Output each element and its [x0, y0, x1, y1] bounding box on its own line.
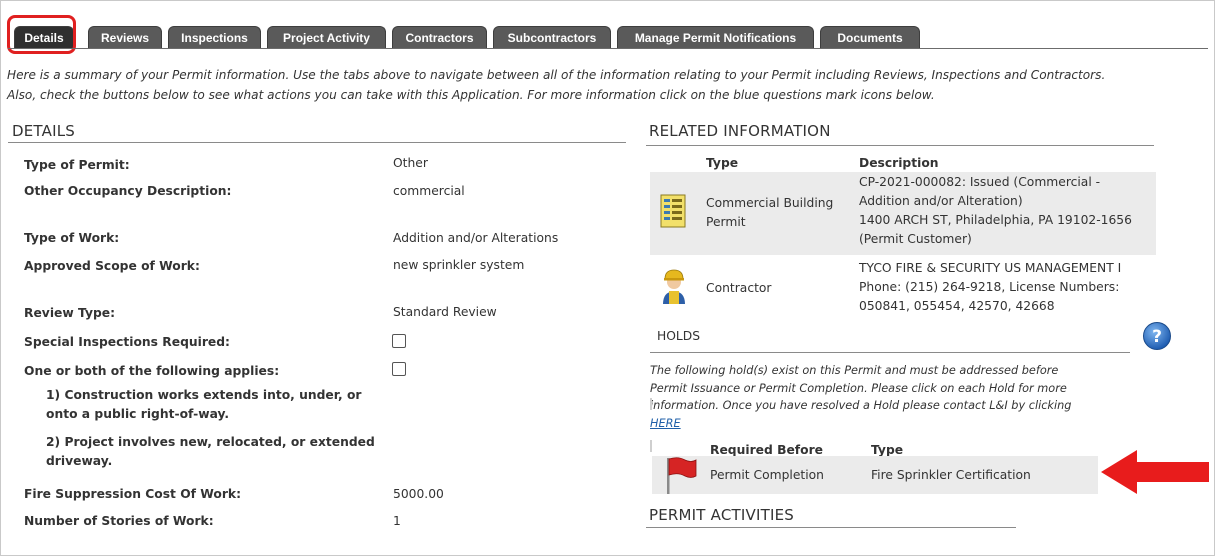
holds-col-type: Type [871, 443, 904, 457]
related-desc-permit[interactable]: CP-2021-000082: Issued (Commercial - Add… [859, 173, 1132, 249]
holds-text-line-3: information. Once you have resolved a Ho… [650, 399, 1072, 412]
holds-description: The following hold(s) exist on this Perm… [650, 362, 1120, 432]
related-desc-permit-line-4: (Permit Customer) [859, 232, 972, 246]
related-desc-permit-line-2: Addition and/or Alteration) [859, 194, 1023, 208]
value-type-of-work: Addition and/or Alterations [393, 231, 559, 245]
intro-line-2: Also, check the buttons below to see wha… [7, 87, 935, 102]
tab-divider [8, 48, 1208, 49]
label-fire-suppression-cost: Fire Suppression Cost Of Work: [24, 487, 242, 501]
related-divider [646, 145, 1154, 146]
permit-activities-divider [646, 527, 1016, 528]
label-type-of-work: Type of Work: [24, 231, 120, 245]
subitem-1-line-2: onto a public right-of-way. [46, 407, 230, 421]
related-desc-contractor-line-2: Phone: (215) 264-9218, License Numbers: [859, 280, 1120, 294]
related-type-permit-line-2: Permit [706, 215, 746, 229]
left-marker-1 [650, 398, 652, 410]
label-approved-scope: Approved Scope of Work: [24, 259, 200, 273]
red-arrow-icon [1099, 448, 1211, 500]
hold-type: Fire Sprinkler Certification [871, 468, 1031, 482]
special-inspections-checkbox[interactable] [392, 334, 406, 348]
subitem-2-line-2: driveway. [46, 454, 113, 468]
related-col-description: Description [859, 156, 939, 170]
holds-text-line-1: The following hold(s) exist on this Perm… [650, 364, 1059, 377]
subitem-1-line-1: 1) Construction works extends into, unde… [46, 388, 362, 402]
subitem-2-line-1: 2) Project involves new, relocated, or e… [46, 435, 375, 449]
tab-documents[interactable]: Documents [820, 26, 920, 49]
related-desc-contractor-line-1: TYCO FIRE & SECURITY US MANAGEMENT I [859, 261, 1122, 275]
value-review-type: Standard Review [393, 305, 497, 319]
related-type-permit: Commercial Building Permit [706, 194, 833, 232]
related-information-title: RELATED INFORMATION [649, 122, 831, 140]
value-fire-suppression-cost: 5000.00 [393, 487, 444, 501]
holds-divider [650, 352, 1130, 353]
value-other-occupancy: commercial [393, 184, 465, 198]
svg-text:?: ? [1152, 327, 1162, 347]
label-special-inspections: Special Inspections Required: [24, 335, 230, 349]
left-marker-2 [650, 440, 652, 452]
holds-title: HOLDS [657, 329, 701, 343]
related-desc-contractor-line-3: 050841, 055454, 42570, 42668 [859, 299, 1055, 313]
tab-manage-permit-notifications[interactable]: Manage Permit Notifications [617, 26, 814, 49]
value-approved-scope: new sprinkler system [393, 258, 525, 272]
related-col-type: Type [706, 156, 739, 170]
holds-here-link[interactable]: HERE [650, 417, 681, 430]
tab-contractors[interactable]: Contractors [392, 26, 487, 49]
hold-required-before: Permit Completion [710, 468, 824, 482]
tab-inspections[interactable]: Inspections [168, 26, 261, 49]
related-desc-permit-line-3: 1400 ARCH ST, Philadelphia, PA 19102-165… [859, 213, 1132, 227]
tab-project-activity[interactable]: Project Activity [267, 26, 386, 49]
label-review-type: Review Type: [24, 306, 116, 320]
holds-col-required-before: Required Before [710, 443, 823, 457]
permit-activities-title: PERMIT ACTIVITIES [649, 506, 794, 524]
details-divider [8, 142, 626, 143]
related-type-permit-line-1: Commercial Building [706, 196, 834, 210]
red-flag-icon [664, 455, 698, 499]
contractor-worker-icon [659, 267, 689, 309]
intro-line-1: Here is a summary of your Permit informa… [7, 68, 1106, 82]
label-one-or-both: One or both of the following applies: [24, 364, 280, 378]
intro-text: Here is a summary of your Permit informa… [7, 66, 1207, 105]
tab-subcontractors[interactable]: Subcontractors [493, 26, 611, 49]
related-desc-contractor[interactable]: TYCO FIRE & SECURITY US MANAGEMENT I Pho… [859, 259, 1121, 316]
help-question-icon[interactable]: ? [1142, 321, 1172, 351]
tab-reviews[interactable]: Reviews [88, 26, 162, 49]
label-type-of-permit: Type of Permit: [24, 158, 130, 172]
label-other-occupancy: Other Occupancy Description: [24, 184, 232, 198]
permit-document-icon [660, 194, 686, 232]
one-or-both-checkbox[interactable] [392, 362, 406, 376]
value-type-of-permit: Other [393, 156, 428, 170]
value-number-of-stories: 1 [393, 514, 401, 528]
related-desc-permit-line-1: CP-2021-000082: Issued (Commercial - [859, 175, 1101, 189]
holds-text-line-2: Permit Issuance or Permit Completion. Pl… [650, 381, 1067, 395]
details-title: DETAILS [12, 122, 75, 140]
related-type-contractor: Contractor [706, 281, 772, 295]
label-number-of-stories: Number of Stories of Work: [24, 514, 214, 528]
